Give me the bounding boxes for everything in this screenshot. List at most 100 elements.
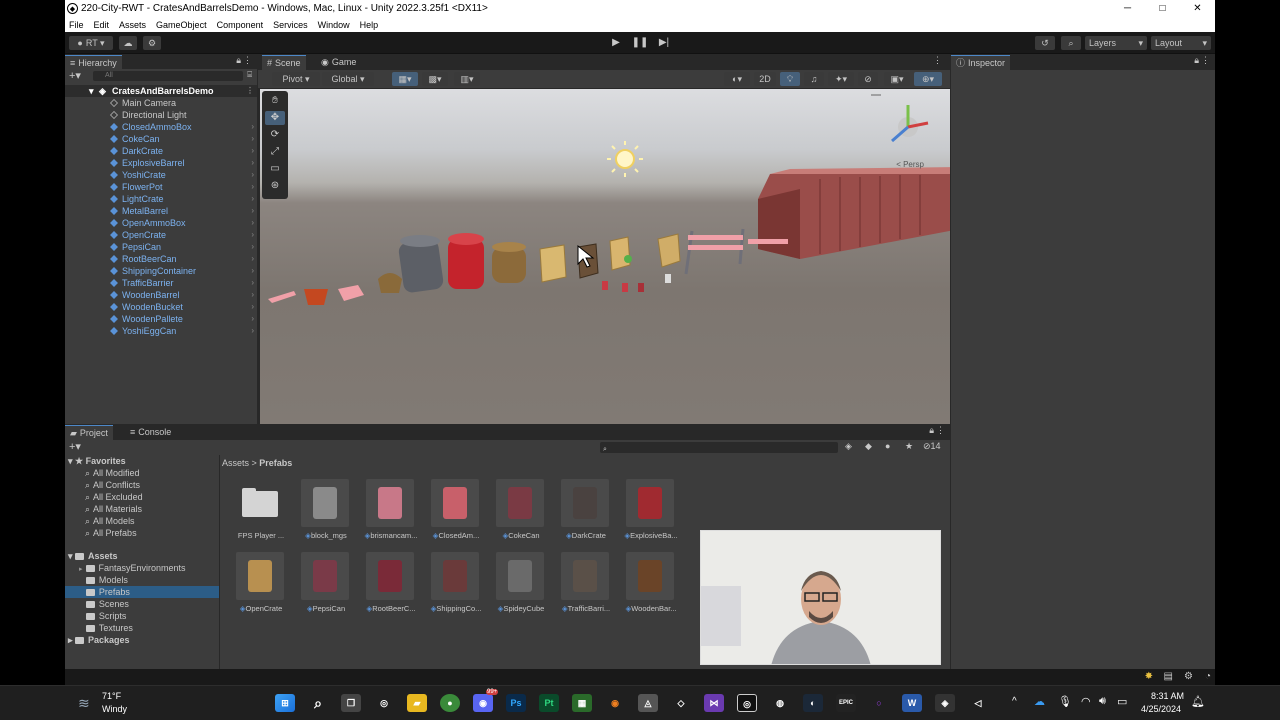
breadcrumb-assets[interactable]: Assets bbox=[222, 458, 249, 468]
filter-icon[interactable]: ⌸ bbox=[247, 70, 252, 80]
windows-start-icon[interactable]: ⊞ bbox=[275, 694, 295, 712]
chevron-up-icon[interactable]: ^ bbox=[1012, 696, 1017, 707]
assets-folder-item[interactable]: ▸ FantasyEnvironments bbox=[65, 562, 186, 574]
tab-game[interactable]: ◉ Game bbox=[316, 55, 361, 70]
chrome-icon[interactable]: ● bbox=[440, 694, 460, 712]
vr-icon[interactable]: ◍ bbox=[770, 694, 790, 712]
history-icon[interactable]: ↺ bbox=[1035, 36, 1055, 50]
hidden-packages-counter[interactable]: ⊘14 bbox=[923, 441, 941, 452]
favorites-item[interactable]: ⌕ All Prefabs bbox=[85, 527, 137, 539]
menu-gameobject[interactable]: GameObject bbox=[156, 20, 207, 30]
hierarchy-item[interactable]: PepsiCan › bbox=[65, 241, 257, 253]
inkscape-icon[interactable]: ◬ bbox=[638, 694, 658, 712]
word-icon[interactable]: W bbox=[902, 694, 922, 712]
chevron-right-icon[interactable]: › bbox=[251, 157, 254, 169]
grid-snap-icon[interactable]: ▦▾ bbox=[392, 72, 418, 86]
tab-console[interactable]: ≡ Console bbox=[125, 425, 176, 440]
effects-icon[interactable]: ✦▾ bbox=[828, 72, 854, 86]
hierarchy-scene-row[interactable]: ▾ ◈ CratesAndBarrelsDemo ⋮ bbox=[65, 85, 257, 97]
cloud-icon[interactable]: ☁ bbox=[119, 36, 137, 50]
battery-icon[interactable]: ▭ bbox=[1117, 695, 1127, 708]
search-icon[interactable]: ⌕ bbox=[1061, 36, 1081, 50]
favorites-item[interactable]: ⌕ All Models bbox=[85, 515, 135, 527]
favorites-header[interactable]: ▾ ★ Favorites bbox=[68, 455, 126, 467]
unity-hub-icon[interactable]: ◇ bbox=[671, 694, 691, 712]
favorite-star-icon[interactable]: ★ bbox=[905, 441, 913, 452]
chevron-right-icon[interactable]: › bbox=[251, 253, 254, 265]
folder-asset-tile[interactable]: FPS Player ... bbox=[230, 479, 288, 549]
blender-icon[interactable]: ◉ bbox=[605, 694, 625, 712]
more-options-icon[interactable]: ⋮ bbox=[246, 85, 254, 97]
prefab-asset-tile[interactable]: ◈SpideyCube bbox=[490, 552, 548, 622]
hierarchy-item[interactable]: ExplosiveBarrel › bbox=[65, 157, 257, 169]
chevron-right-icon[interactable]: › bbox=[251, 217, 254, 229]
pivot-dropdown[interactable]: Pivot ▾ bbox=[272, 72, 320, 86]
maximize-button[interactable]: □ bbox=[1145, 0, 1180, 17]
layers-dropdown[interactable]: Layers ▾ bbox=[1085, 36, 1147, 50]
chevron-right-icon[interactable]: › bbox=[251, 169, 254, 181]
hierarchy-item[interactable]: CokeCan › bbox=[65, 133, 257, 145]
menu-edit[interactable]: Edit bbox=[94, 20, 110, 30]
menu-component[interactable]: Component bbox=[217, 20, 264, 30]
prefab-asset-tile[interactable]: ◈ExplosiveBa... bbox=[620, 479, 678, 549]
breadcrumb-prefabs[interactable]: Prefabs bbox=[259, 458, 292, 468]
steam-icon[interactable]: ◐ bbox=[803, 694, 823, 712]
rect-tool-icon[interactable]: ▭ bbox=[265, 162, 285, 176]
chevron-right-icon[interactable]: › bbox=[251, 121, 254, 133]
volume-icon[interactable]: 🔊︎ bbox=[1099, 695, 1106, 708]
label-icon[interactable]: ◆ bbox=[865, 441, 872, 452]
hand-tool-icon[interactable]: ✋︎ bbox=[265, 94, 285, 108]
assets-folder-item[interactable]: Models bbox=[65, 574, 128, 586]
tab-hierarchy[interactable]: ≡ Hierarchy bbox=[65, 55, 122, 70]
toggle-2d-button[interactable]: 2D bbox=[754, 72, 776, 86]
weather-temp[interactable]: 71°F bbox=[102, 691, 121, 701]
menu-services[interactable]: Services bbox=[273, 20, 308, 30]
add-plus-icon[interactable]: +▾ bbox=[69, 440, 81, 453]
chevron-right-icon[interactable]: › bbox=[251, 277, 254, 289]
epic-games-icon[interactable]: EPIC bbox=[836, 694, 856, 712]
favorites-item[interactable]: ⌕ All Excluded bbox=[85, 491, 143, 503]
assets-header[interactable]: ▾ Assets bbox=[68, 550, 118, 562]
prefab-asset-tile[interactable]: ◈PepsiCan bbox=[295, 552, 353, 622]
move-tool-icon[interactable]: ✥ bbox=[265, 111, 285, 125]
chevron-right-icon[interactable]: › bbox=[251, 241, 254, 253]
chevron-right-icon[interactable]: › bbox=[251, 181, 254, 193]
hierarchy-item[interactable]: MetalBarrel › bbox=[65, 205, 257, 217]
hierarchy-search-input[interactable]: All bbox=[93, 71, 243, 81]
warning-icon[interactable]: ● bbox=[885, 441, 890, 451]
menu-window[interactable]: Window bbox=[318, 20, 350, 30]
progress-icon[interactable]: ◔ bbox=[1205, 671, 1211, 682]
draw-mode-icon[interactable]: ◐▾ bbox=[724, 72, 750, 86]
menu-file[interactable]: File bbox=[69, 20, 84, 30]
chevron-right-icon[interactable]: › bbox=[251, 229, 254, 241]
hierarchy-item[interactable]: WoodenBucket › bbox=[65, 301, 257, 313]
prefab-asset-tile[interactable]: ◈DarkCrate bbox=[555, 479, 613, 549]
assets-folder-item[interactable]: Textures bbox=[65, 622, 133, 634]
microphone-icon[interactable]: 🎙︎ bbox=[1058, 695, 1072, 708]
perspective-label[interactable]: < Persp bbox=[896, 160, 924, 169]
prefab-asset-tile[interactable]: ◈CokeCan bbox=[490, 479, 548, 549]
hierarchy-item[interactable]: FlowerPot › bbox=[65, 181, 257, 193]
discord-icon[interactable]: ◉ bbox=[473, 694, 493, 712]
prefab-asset-tile[interactable]: ◈OpenCrate bbox=[230, 552, 288, 622]
chevron-right-icon[interactable]: › bbox=[251, 193, 254, 205]
gizmos-icon[interactable]: ⊕▾ bbox=[914, 72, 942, 86]
chevron-right-icon[interactable]: › bbox=[251, 133, 254, 145]
favorites-item[interactable]: ⌕ All Modified bbox=[85, 467, 140, 479]
tab-scene[interactable]: # Scene bbox=[262, 55, 306, 70]
pycharm-icon[interactable]: Pt bbox=[539, 694, 559, 712]
copilot-icon[interactable]: ◎ bbox=[374, 694, 394, 712]
clock-time[interactable]: 8:31 AM bbox=[1151, 691, 1184, 701]
close-button[interactable]: ✕ bbox=[1180, 0, 1215, 17]
account-dropdown[interactable]: ● RT ▾ bbox=[69, 36, 113, 50]
prefab-asset-tile[interactable]: ◈TrafficBarri... bbox=[555, 552, 613, 622]
add-plus-icon[interactable]: +▾ bbox=[69, 69, 81, 82]
collab-gear-icon[interactable]: ⚙ bbox=[143, 36, 161, 50]
chevron-right-icon[interactable]: › bbox=[251, 205, 254, 217]
favorites-item[interactable]: ⌕ All Materials bbox=[85, 503, 142, 515]
chevron-right-icon[interactable]: › bbox=[251, 265, 254, 277]
hierarchy-item[interactable]: ShippingContainer › bbox=[65, 265, 257, 277]
menu-assets[interactable]: Assets bbox=[119, 20, 146, 30]
circle-app-icon[interactable]: ○ bbox=[869, 694, 889, 712]
scale-tool-icon[interactable]: ⤢ bbox=[265, 145, 285, 159]
